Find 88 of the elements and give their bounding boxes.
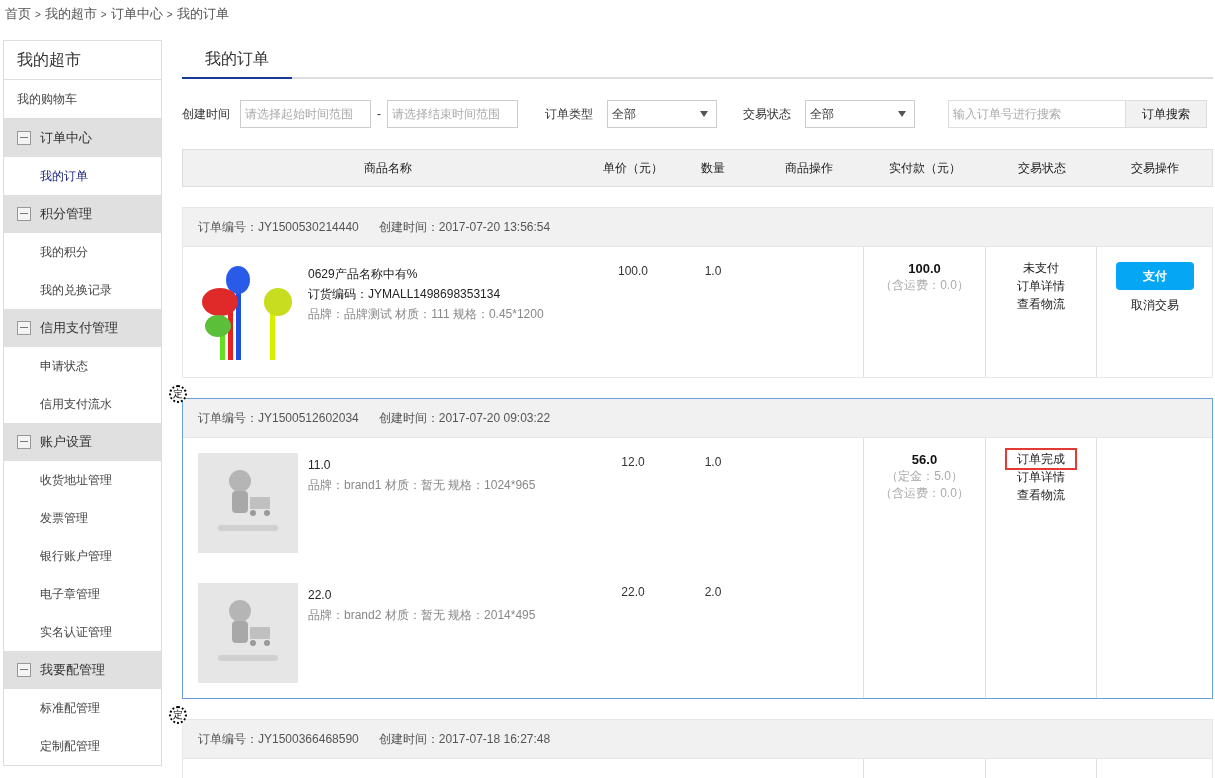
dropdown-icon: [898, 111, 906, 117]
quantity: 1.0: [703, 454, 723, 471]
sidebar-group[interactable]: 订单中心: [4, 119, 161, 157]
unit-price: 12.0: [620, 454, 646, 471]
sidebar-item[interactable]: 标准配管理: [4, 689, 161, 727]
sidebar-title: 我的超市: [4, 41, 161, 80]
sidebar-item[interactable]: 我的兑换记录: [4, 271, 161, 309]
status-link[interactable]: 查看物流: [1007, 486, 1075, 504]
column-header: 商品名称: [363, 160, 413, 177]
sidebar-item[interactable]: 发票管理: [4, 499, 161, 537]
search-button[interactable]: 订单搜索: [1126, 100, 1207, 128]
product-attributes: 品牌：brand1 材质：暂无 规格：1024*965: [308, 477, 536, 494]
collapse-icon: [17, 321, 31, 335]
status-link[interactable]: 订单详情: [1007, 468, 1075, 486]
column-header: 单价（元）: [602, 160, 664, 177]
sidebar-group[interactable]: 我要配管理: [4, 651, 161, 689]
breadcrumb-link[interactable]: 我的超市: [44, 4, 97, 24]
order-total: 100.0: [908, 260, 941, 277]
sidebar-group-label: 订单中心: [40, 129, 92, 148]
breadcrumb-separator: >: [35, 7, 41, 22]
search-field[interactable]: 输入订单号进行搜索: [948, 100, 1126, 128]
product-name[interactable]: 22.0: [308, 587, 536, 604]
order-total: 56.0: [911, 451, 938, 468]
collapse-icon: [17, 663, 31, 677]
tab[interactable]: 我的订单: [182, 40, 292, 79]
order-number: 订单编号：JY1500512602034: [198, 410, 359, 427]
price-note: （定金：5.0）: [886, 468, 963, 485]
column-header: 数量: [700, 160, 726, 177]
column-header: 商品操作: [783, 160, 834, 177]
start-time-field[interactable]: 请选择起始时间范围: [240, 100, 371, 128]
order-number: 订单编号：JY1500530214440: [198, 219, 359, 236]
gear-badge: 定: [169, 706, 187, 724]
product-attributes: 品牌：brand2 材质：暂无 规格：2014*495: [308, 607, 536, 624]
order-type-select[interactable]: 全部: [607, 100, 717, 128]
order-created-time: 创建时间：2017-07-20 09:03:22: [378, 410, 551, 427]
column-header: 交易状态: [1016, 160, 1067, 177]
collapse-icon: [17, 435, 31, 449]
sidebar-group[interactable]: 信用支付管理: [4, 309, 161, 347]
sidebar-item[interactable]: 申请状态: [4, 347, 161, 385]
range-separator: -: [377, 106, 381, 123]
sidebar-group-label: 我要配管理: [40, 661, 105, 680]
status-link[interactable]: 订单详情: [1007, 277, 1075, 295]
order-created-time: 创建时间：2017-07-20 13:56:54: [378, 219, 551, 236]
status-link[interactable]: 订单完成: [1007, 450, 1075, 468]
breadcrumb-separator: >: [166, 7, 173, 22]
cancel-link[interactable]: 取消交易: [1130, 296, 1179, 314]
sidebar-item[interactable]: 收货地址管理: [4, 461, 161, 499]
sidebar-group-label: 信用支付管理: [40, 319, 118, 338]
sidebar-item[interactable]: 电子章管理: [4, 575, 161, 613]
sidebar-item[interactable]: 银行账户管理: [4, 537, 161, 575]
column-header: 交易操作: [1129, 160, 1180, 177]
sidebar-group-label: 账户设置: [40, 433, 92, 452]
sidebar-group[interactable]: 积分管理: [4, 195, 161, 233]
product-attributes: 品牌：品牌测试 材质：111 规格：0.45*1200: [308, 306, 544, 323]
product-name[interactable]: 0629产品名称中有%: [308, 266, 544, 283]
sidebar-item[interactable]: 我的订单: [4, 157, 161, 195]
sidebar-item[interactable]: 我的积分: [4, 233, 161, 271]
order-created-time: 创建时间：2017-07-18 16:27:48: [378, 731, 551, 748]
gear-badge: 定: [169, 385, 187, 403]
status-link[interactable]: 未支付: [1013, 259, 1069, 277]
breadcrumb-link[interactable]: 首页: [5, 4, 31, 24]
price-note: （含运费：0.0）: [880, 485, 969, 502]
collapse-icon: [17, 131, 31, 145]
product-code: 订货编码：JYMALL1498698353134: [308, 286, 502, 303]
breadcrumb-link[interactable]: 订单中心: [110, 4, 163, 24]
sidebar-group[interactable]: 账户设置: [4, 423, 161, 461]
column-header: 实付款（元）: [888, 160, 962, 177]
breadcrumb-separator: >: [100, 7, 107, 22]
quantity: 1.0: [703, 263, 723, 280]
end-time-field[interactable]: 请选择结束时间范围: [387, 100, 518, 128]
sidebar-item[interactable]: 实名认证管理: [4, 613, 161, 651]
status-link[interactable]: 查看物流: [1007, 295, 1075, 313]
quantity: 2.0: [703, 584, 723, 601]
collapse-icon: [17, 207, 31, 221]
dropdown-icon: [700, 111, 708, 117]
price-note: （含运费：0.0）: [880, 277, 969, 294]
filter-label: 交易状态: [743, 106, 791, 123]
filter-label: 订单类型: [545, 106, 593, 123]
sidebar-group-label: 积分管理: [40, 205, 92, 224]
product-name[interactable]: 11.0: [308, 457, 536, 474]
order-number: 订单编号：JY1500366468590: [198, 731, 359, 748]
filter-label: 创建时间: [182, 106, 230, 123]
status-select[interactable]: 全部: [805, 100, 915, 128]
sidebar-item[interactable]: 信用支付流水: [4, 385, 161, 423]
unit-price: 22.0: [620, 584, 646, 601]
breadcrumb-link[interactable]: 我的订单: [176, 4, 229, 24]
sidebar-item[interactable]: 定制配管理: [4, 727, 161, 765]
unit-price: 100.0: [617, 263, 649, 280]
